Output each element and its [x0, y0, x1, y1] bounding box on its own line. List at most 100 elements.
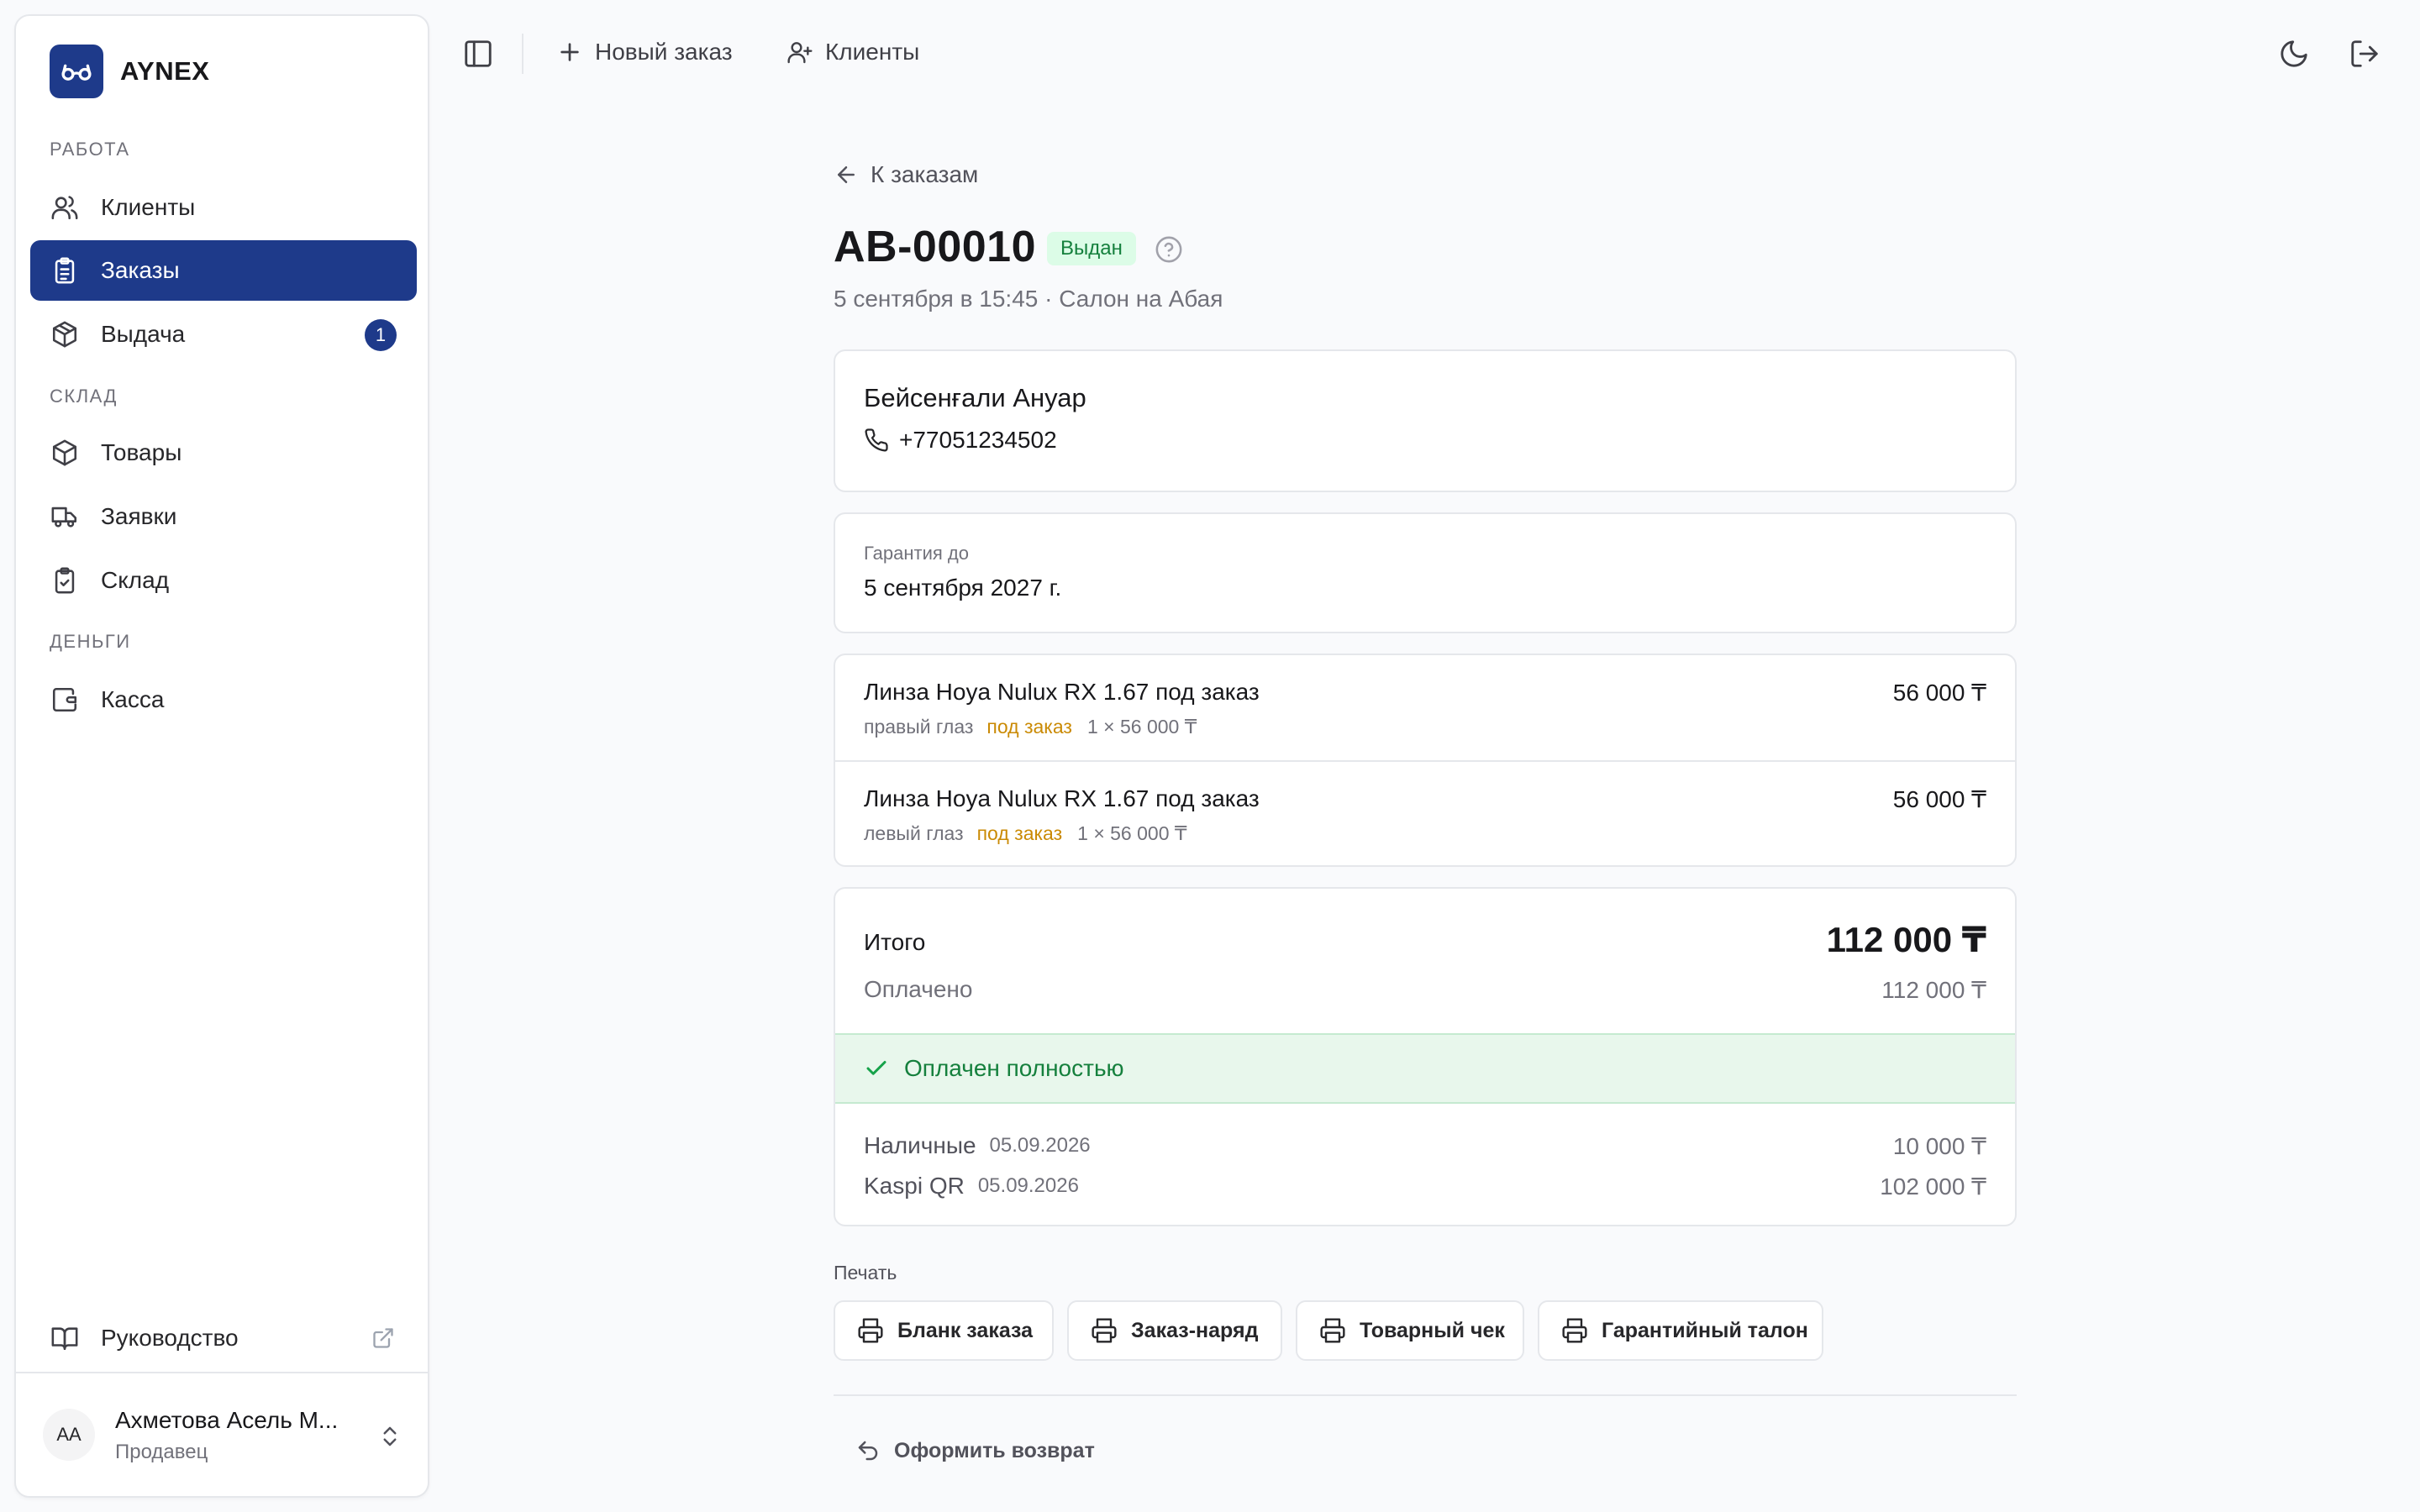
sidebar-item-stock[interactable]: Склад — [30, 550, 417, 611]
client-card: Бейсенғали Ануар +77051234502 — [834, 349, 2017, 492]
sidebar-item-label: Заказы — [101, 257, 180, 283]
print-order-form-button[interactable]: Бланк заказа — [834, 1300, 1054, 1361]
warranty-card: Гарантия до 5 сентября 2027 г. — [834, 512, 2017, 633]
printer-icon — [1091, 1317, 1118, 1344]
user-role: Продавец — [115, 1441, 208, 1463]
page-title: АВ-00010 — [834, 223, 1037, 271]
user-menu[interactable]: АА Ахметова Асель М... Продавец — [16, 1372, 428, 1496]
sidebar-toggle-icon[interactable] — [462, 38, 494, 70]
section-label-work: РАБОТА — [50, 139, 130, 160]
plus-icon — [556, 39, 583, 66]
sidebar-item-label: Клиенты — [101, 194, 196, 220]
print-button-label: Бланк заказа — [897, 1318, 1034, 1342]
status-badge: Выдан — [1047, 232, 1136, 265]
order-meta: 5 сентября в 15:45 · Салон на Абая — [834, 286, 1223, 312]
payment-date: 05.09.2026 — [989, 1134, 1091, 1157]
item-eye: правый глаз — [864, 716, 974, 738]
brand[interactable]: AYNEX — [50, 45, 209, 98]
paid-status-banner: Оплачен полностью — [835, 1033, 2015, 1104]
print-button-label: Гарантийный талон — [1602, 1318, 1808, 1342]
topbar-divider — [522, 34, 523, 74]
payment-amount: 102 000 ₸ — [1880, 1173, 1986, 1200]
avatar: АА — [43, 1409, 95, 1461]
print-warranty-button[interactable]: Гарантийный талон — [1538, 1300, 1823, 1361]
client-name[interactable]: Бейсенғали Ануар — [864, 383, 1086, 413]
section-label-money: ДЕНЬГИ — [50, 631, 131, 652]
glasses-icon — [50, 45, 103, 98]
moon-icon[interactable] — [2278, 38, 2310, 70]
undo-icon — [855, 1438, 881, 1463]
chevrons-up-down-icon[interactable] — [377, 1422, 402, 1451]
item-tag: под заказ — [986, 716, 1072, 738]
warranty-label: Гарантия до — [864, 543, 969, 564]
return-label: Оформить возврат — [894, 1438, 1095, 1462]
external-link-icon — [371, 1326, 395, 1350]
print-button-label: Товарный чек — [1360, 1318, 1505, 1342]
sidebar-item-pickup[interactable]: Выдача 1 — [30, 304, 417, 365]
item-qty: 1 × 56 000 ₸ — [1077, 822, 1187, 844]
item-tag: под заказ — [976, 822, 1063, 844]
clients-label: Клиенты — [825, 39, 920, 65]
order-items-card: Линза Hoya Nulux RX 1.67 под заказ 56 00… — [834, 654, 2017, 867]
sidebar-item-label: Касса — [101, 686, 165, 712]
printer-icon — [1319, 1317, 1346, 1344]
book-open-icon — [50, 1324, 79, 1352]
sidebar-item-label: Товары — [101, 439, 182, 465]
print-section-label: Печать — [834, 1262, 897, 1284]
payment-method: Kaspi QR — [864, 1173, 965, 1199]
back-link-label: К заказам — [871, 161, 979, 187]
logout-icon[interactable] — [2349, 38, 2381, 70]
users-icon — [50, 193, 79, 222]
warranty-value: 5 сентября 2027 г. — [864, 575, 1062, 601]
item-qty: 1 × 56 000 ₸ — [1086, 716, 1197, 738]
paid-value: 112 000 ₸ — [1881, 977, 1986, 1003]
check-icon — [864, 1056, 889, 1081]
new-order-button[interactable]: Новый заказ — [556, 39, 733, 66]
sidebar-item-label: Склад — [101, 567, 170, 593]
sidebar-item-guide[interactable]: Руководство — [30, 1308, 417, 1368]
sidebar-item-products[interactable]: Товары — [30, 423, 417, 483]
user-plus-icon — [786, 39, 813, 66]
item-eye: левый глаз — [864, 822, 964, 844]
print-work-order-button[interactable]: Заказ-наряд — [1067, 1300, 1282, 1361]
client-phone[interactable]: +77051234502 — [864, 427, 1057, 454]
sidebar-item-cashbox[interactable]: Касса — [30, 669, 417, 730]
truck-icon — [50, 502, 79, 531]
divider — [834, 1394, 2017, 1396]
totals-card: Итого 112 000 ₸ Оплачено 112 000 ₸ Оплач… — [834, 887, 2017, 1226]
sidebar-item-label: Заявки — [101, 503, 177, 529]
paid-status-label: Оплачен полностью — [904, 1055, 1124, 1081]
clients-button[interactable]: Клиенты — [786, 39, 919, 66]
wallet-icon — [50, 685, 79, 714]
item-meta: правый глаз под заказ 1 × 56 000 ₸ — [864, 716, 1197, 738]
package-icon — [50, 438, 79, 467]
clipboard-check-icon — [50, 566, 79, 595]
sidebar-item-requests[interactable]: Заявки — [30, 486, 417, 547]
item-meta: левый глаз под заказ 1 × 56 000 ₸ — [864, 822, 1187, 845]
payment-row: Kaspi QR 05.09.2026 102 000 ₸ — [864, 1169, 1986, 1203]
item-name: Линза Hoya Nulux RX 1.67 под заказ — [864, 679, 1260, 705]
return-button[interactable]: Оформить возврат — [855, 1438, 1095, 1463]
print-receipt-button[interactable]: Товарный чек — [1296, 1300, 1524, 1361]
sidebar-item-orders[interactable]: Заказы — [30, 240, 417, 301]
printer-icon — [1561, 1317, 1588, 1344]
printer-icon — [857, 1317, 884, 1344]
package-open-icon — [50, 320, 79, 349]
total-value: 112 000 ₸ — [1826, 920, 1986, 959]
section-label-warehouse: СКЛАД — [50, 386, 118, 407]
print-button-label: Заказ-наряд — [1131, 1318, 1259, 1342]
back-to-orders-link[interactable]: К заказам — [834, 161, 978, 188]
item-price: 56 000 ₸ — [1892, 680, 1986, 706]
pickup-count-badge: 1 — [365, 319, 397, 351]
list-item: Линза Hoya Nulux RX 1.67 под заказ 56 00… — [835, 655, 2015, 759]
new-order-label: Новый заказ — [595, 39, 733, 65]
user-name: Ахметова Асель М... — [115, 1407, 339, 1433]
brand-name: AYNEX — [120, 56, 210, 86]
phone-icon — [864, 428, 889, 453]
item-price: 56 000 ₸ — [1892, 786, 1986, 812]
item-name: Линза Hoya Nulux RX 1.67 под заказ — [864, 785, 1260, 811]
help-circle-icon[interactable] — [1155, 235, 1183, 264]
client-phone-value: +77051234502 — [899, 427, 1057, 453]
sidebar-item-clients[interactable]: Клиенты — [30, 177, 417, 238]
sidebar-item-label: Руководство — [101, 1325, 239, 1351]
